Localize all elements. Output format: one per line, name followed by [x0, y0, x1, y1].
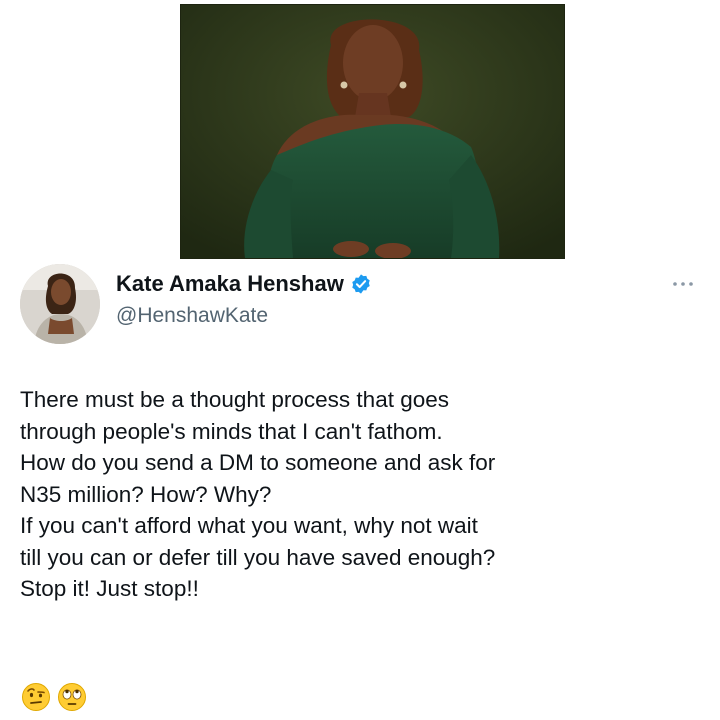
name-row: Kate Amaka Henshaw	[116, 271, 372, 297]
avatar[interactable]	[20, 264, 100, 344]
tweet-text-line: Stop it! Just stop!!	[20, 576, 199, 601]
tweet-header: Kate Amaka Henshaw @HenshawKate	[18, 262, 708, 346]
more-options-button[interactable]	[668, 274, 698, 294]
tweet-text-line: If you can't afford what you want, why n…	[20, 513, 478, 538]
emoji-row	[21, 682, 87, 712]
tweet-text-line: through people's minds that I can't fath…	[20, 418, 443, 444]
tweet-text-line: N35 million? How? Why?	[20, 481, 272, 507]
tweet-text-line: There must be a thought process that goe…	[20, 387, 450, 412]
portrait-image	[181, 5, 564, 258]
avatar-image	[20, 264, 100, 344]
tweet-text-line: How do you send a DM to someone and ask …	[20, 450, 496, 475]
display-name[interactable]: Kate Amaka Henshaw	[116, 271, 344, 297]
face-with-raised-eyebrow-icon	[21, 682, 51, 712]
verified-badge-icon	[350, 273, 372, 295]
more-dots-icon	[673, 282, 693, 286]
face-with-rolling-eyes-icon	[57, 682, 87, 712]
tweet-text-line: till you can or defer till you have save…	[20, 544, 496, 570]
tweet-photo[interactable]	[180, 4, 565, 259]
user-handle[interactable]: @HenshawKate	[116, 303, 268, 329]
tweet-text: There must be a thought process that goe…	[20, 384, 700, 605]
